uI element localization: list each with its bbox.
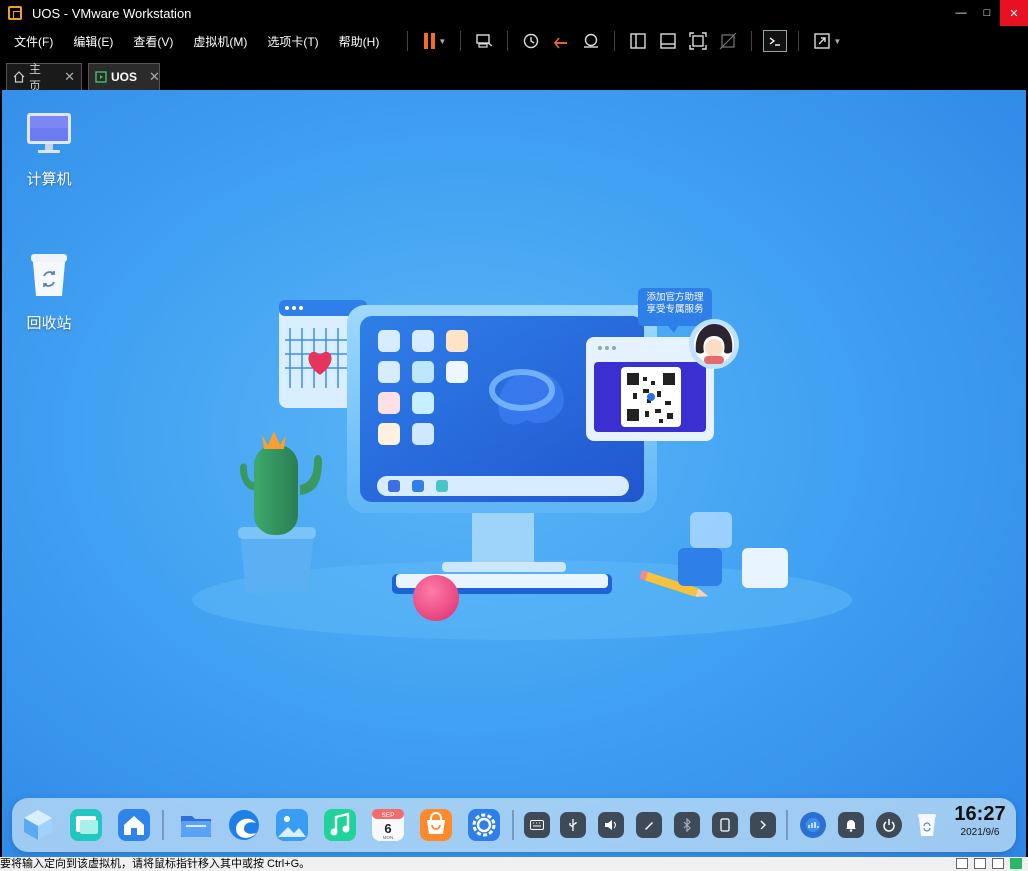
home-icon	[13, 71, 25, 83]
desktop-icon-trash[interactable]: 回收站	[14, 252, 84, 333]
send-ctrl-alt-del-icon[interactable]	[472, 30, 496, 52]
pen-icon[interactable]	[636, 812, 662, 838]
window-controls: — □ ✕	[948, 0, 1028, 26]
expand-arrow-icon[interactable]	[750, 812, 776, 838]
network-icon[interactable]	[800, 812, 826, 838]
launcher-icon[interactable]	[116, 807, 152, 843]
app-store-icon[interactable]	[418, 807, 454, 843]
power-icon[interactable]	[876, 812, 902, 838]
calendar-weekday: MON	[383, 835, 394, 840]
browser-icon[interactable]	[226, 807, 262, 843]
dock-separator	[162, 810, 164, 840]
qr-caption: 添加官方助理 享受专属服务	[638, 292, 712, 316]
full-screen-icon[interactable]	[686, 30, 710, 52]
dock-separator	[512, 810, 514, 840]
toolbar-separator	[751, 31, 753, 51]
usb-icon[interactable]	[560, 812, 586, 838]
workspace-icon[interactable]	[68, 807, 104, 843]
wallpaper-illustration	[192, 288, 852, 640]
unity-icon[interactable]	[716, 30, 740, 52]
maximize-button[interactable]: □	[974, 0, 1000, 26]
calendar-month: SEP	[381, 812, 394, 819]
phone-icon[interactable]	[712, 812, 738, 838]
multitask-view-icon[interactable]	[20, 807, 56, 843]
network-adapter-icon[interactable]	[992, 858, 1004, 869]
stretch-guest-icon[interactable]: ▼	[810, 30, 844, 52]
tab-home[interactable]: 主页 ✕	[6, 62, 82, 93]
toolbar-separator	[407, 31, 409, 51]
console-view-icon[interactable]	[763, 30, 788, 52]
notification-icon[interactable]	[838, 812, 864, 838]
device-status-icons	[950, 858, 1022, 869]
tab-uos[interactable]: UOS ✕	[88, 63, 160, 90]
toolbar-separator	[614, 31, 616, 51]
volume-icon[interactable]	[598, 812, 624, 838]
trash-icon[interactable]	[914, 812, 940, 838]
guest-desktop[interactable]: 添加官方助理 享受专属服务 计算机 回收站 SEP 6 MON 16:27 20…	[2, 90, 1026, 857]
trash-icon	[31, 254, 67, 296]
bluetooth-icon[interactable]	[674, 812, 700, 838]
file-manager-icon[interactable]	[178, 807, 214, 843]
minimize-button[interactable]: —	[948, 0, 974, 26]
tab-close-icon[interactable]: ✕	[64, 69, 75, 85]
menu-file[interactable]: 文件(F)	[6, 33, 61, 50]
tab-bar: 主页 ✕ UOS ✕	[0, 56, 1028, 93]
usb-device-icon[interactable]	[1010, 858, 1022, 869]
calendar-icon[interactable]: SEP 6 MON	[370, 807, 406, 843]
close-button[interactable]: ✕	[1000, 0, 1028, 26]
hard-disk-icon[interactable]	[956, 858, 968, 869]
cd-drive-icon[interactable]	[974, 858, 986, 869]
desktop-icon-trash-label: 回收站	[26, 315, 72, 332]
snapshot-manager-icon[interactable]	[579, 30, 603, 52]
window-title: UOS - VMware Workstation	[32, 5, 192, 21]
qr-caption-line1: 添加官方助理	[646, 292, 704, 303]
menu-edit[interactable]: 编辑(E)	[65, 33, 121, 50]
dock: SEP 6 MON 16:27 2021/9/6	[12, 798, 1016, 852]
clock-time: 16:27	[954, 803, 1006, 825]
toolbar-separator	[507, 31, 509, 51]
qr-caption-line2: 享受专属服务	[646, 304, 704, 315]
toolbar-separator	[798, 31, 800, 51]
music-icon[interactable]	[322, 807, 358, 843]
tab-uos-label: UOS	[111, 70, 138, 84]
status-hint: 要将输入定向到该虚拟机，请将鼠标指针移入其中或按 Ctrl+G。	[0, 858, 311, 870]
image-viewer-icon[interactable]	[274, 807, 310, 843]
tab-close-icon[interactable]: ✕	[149, 69, 160, 85]
status-bar: 要将输入定向到该虚拟机，请将鼠标指针移入其中或按 Ctrl+G。	[0, 857, 1028, 871]
toolbar-separator	[460, 31, 462, 51]
menu-tabs[interactable]: 选项卡(T)	[259, 33, 326, 50]
vm-icon	[95, 71, 107, 83]
menu-bar: 文件(F) 编辑(E) 查看(V) 虚拟机(M) 选项卡(T) 帮助(H) ▼	[0, 26, 1028, 56]
desktop-icon-computer[interactable]: 计算机	[14, 110, 84, 189]
thumbnail-view-icon[interactable]	[656, 30, 680, 52]
clock[interactable]: 16:27 2021/9/6	[952, 802, 1008, 840]
menu-vm[interactable]: 虚拟机(M)	[185, 33, 255, 50]
pause-button[interactable]: ▼	[419, 30, 449, 52]
library-view-icon[interactable]	[626, 30, 650, 52]
settings-icon[interactable]	[466, 807, 502, 843]
keyboard-icon[interactable]	[524, 812, 550, 838]
toolbar: ▼ ▼	[399, 30, 847, 52]
revert-snapshot-icon[interactable]	[549, 30, 573, 52]
vmware-logo-icon	[8, 6, 22, 20]
dock-separator	[786, 810, 788, 840]
snapshot-icon[interactable]	[519, 30, 543, 52]
tab-home-label: 主页	[29, 62, 42, 93]
clock-date: 2021/9/6	[960, 827, 1000, 838]
title-bar: UOS - VMware Workstation — □ ✕	[0, 0, 1028, 26]
desktop-icon-computer-label: 计算机	[26, 171, 72, 188]
computer-icon	[27, 113, 71, 153]
menu-help[interactable]: 帮助(H)	[331, 33, 388, 50]
calendar-day: 6	[384, 821, 391, 836]
menu-view[interactable]: 查看(V)	[125, 33, 181, 50]
